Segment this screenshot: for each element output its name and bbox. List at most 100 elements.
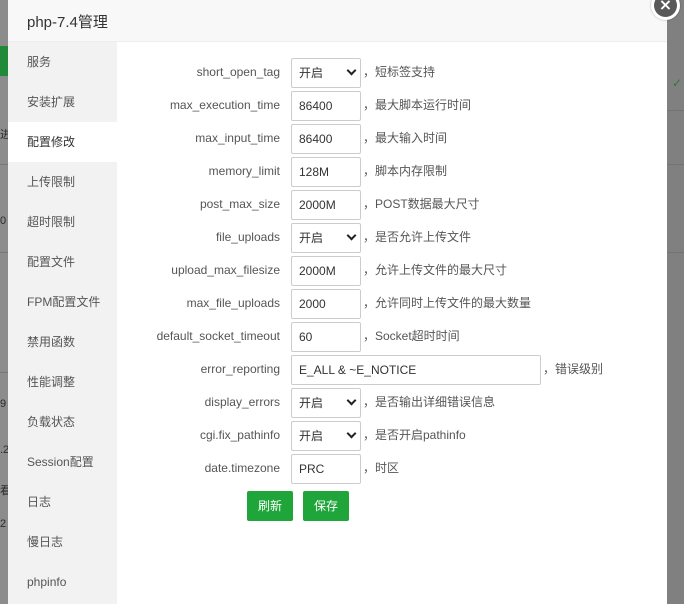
config-form: short_open_tag 开启 ，短标签支持 max_execution_time…	[117, 42, 667, 604]
setting-row: upload_max_filesize 2000M ，允许上传文件的最大尺寸	[117, 254, 667, 287]
setting-label: max_file_uploads	[186, 296, 280, 310]
sidebar-item[interactable]: 配置修改	[8, 122, 117, 162]
field-value: PRC	[299, 462, 325, 476]
setting-input[interactable]: PRC	[291, 454, 361, 484]
setting-select[interactable]: 开启	[291, 58, 361, 88]
field-value: 2000M	[299, 198, 336, 212]
sidebar-item[interactable]: 性能调整	[8, 362, 117, 402]
chevron-down-icon	[346, 395, 357, 406]
setting-label: upload_max_filesize	[171, 263, 280, 277]
field-value: 86400	[299, 132, 333, 146]
php-manager-dialog: php-7.4管理 服务 安装扩展 配置修改 上传限制 超时限制 配置文件 FPM配置文件禁…	[8, 0, 667, 604]
background-fragment: 2	[0, 518, 7, 530]
background-divider	[667, 164, 684, 165]
setting-description: ，短标签支持	[363, 65, 436, 79]
setting-row: max_execution_time 86400 ，最大脚本运行时间	[117, 89, 667, 122]
setting-input[interactable]: 2000M	[291, 190, 361, 220]
setting-description: ，是否输出详细错误信息	[363, 395, 496, 409]
setting-description: ，允许上传文件的最大尺寸	[363, 263, 508, 277]
setting-label: error_reporting	[200, 362, 280, 376]
background-fragment: 0	[0, 215, 7, 227]
close-icon: ×	[654, 0, 677, 17]
setting-row: file_uploads 开启 ，是否允许上传文件	[117, 221, 667, 254]
setting-label: default_socket_timeout	[156, 329, 280, 343]
setting-select[interactable]: 开启	[291, 421, 361, 451]
setting-label: post_max_size	[199, 197, 280, 211]
setting-row: post_max_size 2000M ，POST数据最大尺寸	[117, 188, 667, 221]
field-value: 开启	[299, 429, 324, 443]
sidebar-item[interactable]: 配置文件	[8, 242, 117, 282]
sidebar-item[interactable]: 超时限制	[8, 202, 117, 242]
dialog-header: php-7.4管理	[8, 0, 667, 42]
field-value: 128M	[299, 165, 330, 179]
background-green-tab	[0, 46, 8, 76]
setting-row: display_errors 开启 ，是否输出详细错误信息	[117, 386, 667, 419]
setting-input[interactable]: E_ALL & ~E_NOTICE	[291, 355, 541, 385]
background-divider	[667, 110, 684, 111]
setting-description: ，最大输入时间	[363, 131, 448, 145]
chevron-down-icon	[346, 428, 357, 439]
setting-input[interactable]: 2000M	[291, 256, 361, 286]
chevron-down-icon	[346, 230, 357, 241]
setting-label: max_execution_time	[169, 98, 280, 112]
sidebar-item[interactable]: 负载状态	[8, 402, 117, 442]
setting-input[interactable]: 86400	[291, 124, 361, 154]
save-button[interactable]: 保存	[303, 491, 349, 521]
setting-description: ，Socket超时时间	[363, 329, 460, 343]
background-divider	[0, 372, 8, 373]
background-fragment: .2	[0, 444, 8, 456]
setting-description: ，POST数据最大尺寸	[363, 197, 480, 211]
background-fragment: 看	[0, 485, 8, 497]
background-fragment: 9	[0, 398, 7, 410]
setting-select[interactable]: 开启	[291, 388, 361, 418]
sidebar-item[interactable]: 慢日志	[8, 522, 117, 562]
setting-label: date.timezone	[204, 461, 280, 475]
sidebar-item[interactable]: 禁用函数	[8, 322, 117, 362]
field-value: 2000M	[299, 264, 336, 278]
sidebar-item[interactable]: 日志	[8, 482, 117, 522]
sidebar-item[interactable]: 安装扩展	[8, 82, 117, 122]
background-divider	[0, 252, 8, 253]
field-value: 开启	[299, 66, 324, 80]
setting-input[interactable]: 60	[291, 322, 361, 352]
setting-description: ，最大脚本运行时间	[363, 98, 472, 112]
sidebar-item[interactable]: phpinfo	[8, 562, 117, 602]
sidebar-menu: 服务 安装扩展 配置修改 上传限制 超时限制 配置文件 FPM配置文件 禁用函数 性能调整 负载状…	[8, 42, 117, 604]
check-icon: ✓	[672, 76, 683, 90]
setting-row: date.timezone PRC ，时区	[117, 452, 667, 485]
setting-label: display_errors	[204, 395, 280, 409]
setting-label: short_open_tag	[196, 65, 280, 79]
background-right-strip	[667, 0, 684, 604]
setting-row: max_file_uploads 2000 ，允许同时上传文件的最大数量	[117, 287, 667, 320]
sidebar-item[interactable]: 上传限制	[8, 162, 117, 202]
setting-input[interactable]: 86400	[291, 91, 361, 121]
setting-label: cgi.fix_pathinfo	[199, 428, 280, 442]
setting-row: error_reporting E_ALL & ~E_NOTICE ，错误级别	[117, 353, 667, 386]
setting-row: cgi.fix_pathinfo 开启 ，是否开启pathinfo	[117, 419, 667, 452]
setting-input[interactable]: 128M	[291, 157, 361, 187]
dialog-title: php-7.4管理	[27, 14, 108, 31]
setting-row: max_input_time 86400 ，最大输入时间	[117, 122, 667, 155]
setting-row: default_socket_timeout 60 ，Socket超时时间	[117, 320, 667, 353]
setting-select[interactable]: 开启	[291, 223, 361, 253]
background-left-strip	[0, 0, 8, 604]
background-divider	[667, 252, 684, 253]
sidebar-item[interactable]: Session配置	[8, 442, 117, 482]
setting-label: memory_limit	[208, 164, 280, 178]
setting-description: ，是否允许上传文件	[363, 230, 472, 244]
setting-label: file_uploads	[215, 230, 280, 244]
setting-description: ，允许同时上传文件的最大数量	[363, 296, 532, 310]
setting-description: ，是否开启pathinfo	[363, 428, 466, 442]
chevron-down-icon	[346, 65, 357, 76]
setting-row: memory_limit 128M ，脚本内存限制	[117, 155, 667, 188]
background-fragment: 进	[0, 129, 8, 141]
field-value: 86400	[299, 99, 333, 113]
sidebar-item[interactable]: 服务	[8, 42, 117, 82]
setting-label: max_input_time	[195, 131, 280, 145]
refresh-button[interactable]: 刷新	[247, 491, 293, 521]
sidebar-item[interactable]: FPM配置文件	[8, 282, 117, 322]
field-value: 开启	[299, 396, 324, 410]
setting-description: ，时区	[363, 461, 400, 475]
setting-description: ，错误级别	[543, 362, 604, 376]
setting-input[interactable]: 2000	[291, 289, 361, 319]
